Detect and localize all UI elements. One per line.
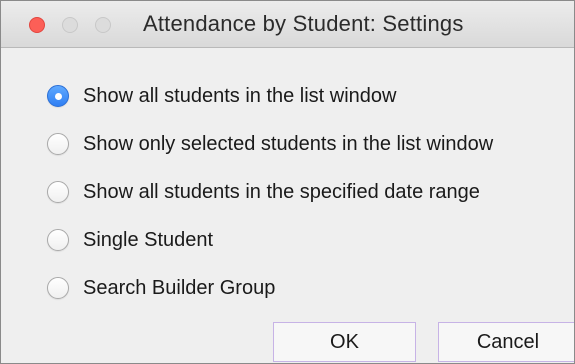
option-show-selected-in-list[interactable]: Show only selected students in the list …	[47, 129, 493, 159]
minimize-window-button[interactable]	[62, 17, 78, 33]
radio-dot-icon	[54, 92, 62, 100]
radio-button[interactable]	[47, 229, 69, 251]
radio-button[interactable]	[47, 277, 69, 299]
option-label[interactable]: Single Student	[83, 229, 213, 252]
radio-button[interactable]	[47, 181, 69, 203]
option-show-all-in-list[interactable]: Show all students in the list window	[47, 81, 397, 111]
option-label[interactable]: Show all students in the specified date …	[83, 181, 480, 204]
ok-button[interactable]: OK	[273, 322, 416, 362]
radio-button[interactable]	[47, 133, 69, 155]
window-title: Attendance by Student: Settings	[143, 11, 464, 36]
option-label[interactable]: Show only selected students in the list …	[83, 133, 493, 156]
dialog-content: Show all students in the list window Sho…	[1, 48, 574, 363]
radio-button-selected[interactable]	[47, 85, 69, 107]
option-single-student[interactable]: Single Student	[47, 225, 213, 255]
option-label[interactable]: Show all students in the list window	[83, 85, 397, 108]
settings-dialog: Attendance by Student: Settings Show all…	[0, 0, 575, 364]
cancel-button[interactable]: Cancel	[438, 322, 574, 362]
close-window-button[interactable]	[29, 17, 45, 33]
option-label[interactable]: Search Builder Group	[83, 277, 275, 300]
option-show-all-in-date-range[interactable]: Show all students in the specified date …	[47, 177, 480, 207]
title-bar[interactable]: Attendance by Student: Settings	[1, 1, 574, 48]
option-search-builder-group[interactable]: Search Builder Group	[47, 273, 275, 303]
zoom-window-button[interactable]	[95, 17, 111, 33]
